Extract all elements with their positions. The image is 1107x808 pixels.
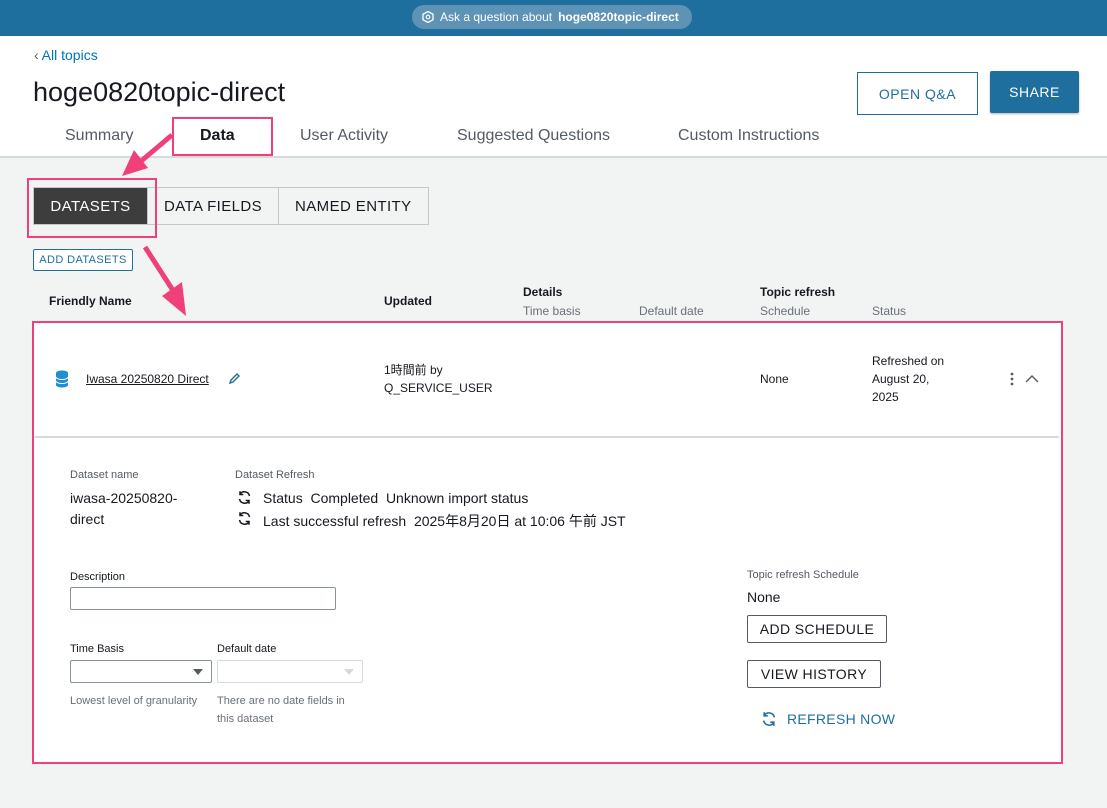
page-title: hoge0820topic-direct (33, 77, 286, 107)
add-datasets-button[interactable]: ADD DATASETS (33, 249, 133, 271)
arrow-head (162, 282, 186, 316)
default-date-hint-line2: this dataset (217, 713, 274, 725)
updated-line2: Q_SERVICE_USER (384, 381, 493, 395)
default-date-label: Default date (217, 643, 277, 655)
share-button[interactable]: SHARE (990, 71, 1079, 113)
refresh-status-line: Status Completed Unknown import status (263, 490, 529, 506)
col-schedule: Schedule (760, 304, 811, 318)
col-time-basis: Time basis (523, 304, 581, 318)
refresh-now-button[interactable]: REFRESH NOW (761, 711, 895, 727)
refresh-now-label: REFRESH NOW (787, 711, 896, 727)
col-status: Status (872, 304, 907, 318)
col-default-date: Default date (639, 304, 704, 318)
tab-custom-instructions[interactable]: Custom Instructions (678, 127, 819, 145)
time-basis-select[interactable] (70, 660, 212, 683)
view-history-button[interactable]: VIEW HISTORY (747, 660, 881, 688)
default-date-hint-line1: There are no date fields in (217, 695, 345, 707)
row-divider (35, 436, 1059, 438)
all-topics-link[interactable]: ‹ All topics (34, 47, 98, 63)
time-basis-hint: Lowest level of granularity (70, 695, 198, 707)
tab-user-activity[interactable]: User Activity (300, 127, 388, 145)
q-icon (422, 11, 434, 23)
more-options-icon[interactable] (1006, 371, 1018, 387)
dataset-refresh-label: Dataset Refresh (235, 469, 315, 481)
open-qa-button[interactable]: OPEN Q&A (857, 72, 978, 115)
refresh-icon (237, 511, 252, 526)
time-basis-label: Time Basis (70, 643, 124, 655)
refresh-icon (761, 711, 777, 727)
updated-line1: 1時間前 by (384, 363, 443, 377)
col-friendly-name: Friendly Name (49, 294, 132, 308)
refresh-icon (237, 490, 252, 505)
pencil-icon[interactable] (228, 372, 241, 385)
top-bar: Ask a question about hoge0820topic-direc… (0, 0, 1107, 36)
topic-refresh-schedule-label: Topic refresh Schedule (747, 569, 859, 581)
status-line3: 2025 (872, 390, 899, 404)
topic-refresh-schedule-value: None (747, 589, 781, 605)
description-label: Description (70, 571, 126, 583)
tab-suggested-questions[interactable]: Suggested Questions (457, 127, 610, 145)
all-topics-label: All topics (41, 47, 98, 63)
ask-question-pill[interactable]: Ask a question about hoge0820topic-direc… (412, 5, 692, 29)
schedule-value: None (760, 372, 789, 386)
dataset-name-label: Dataset name (70, 469, 139, 481)
tab-summary[interactable]: Summary (65, 127, 133, 145)
dropdown-caret-icon (344, 669, 354, 675)
topic-header: ‹ All topics hoge0820topic-direct OPEN Q… (0, 36, 1107, 158)
highlight-box-datasets (27, 178, 157, 238)
col-topic-refresh: Topic refresh (760, 285, 836, 299)
database-icon (55, 370, 69, 388)
ask-topic: hoge0820topic-direct (558, 10, 679, 24)
segment-named-entity[interactable]: NAMED ENTITY (278, 188, 427, 224)
col-details: Details (523, 285, 563, 299)
highlight-box-data-tab (172, 117, 273, 156)
default-date-select[interactable] (217, 660, 363, 683)
status-line1: Refreshed on (872, 354, 945, 368)
description-input[interactable] (70, 587, 336, 610)
dataset-name-line1: iwasa-20250820- (70, 490, 178, 506)
col-updated: Updated (384, 294, 432, 308)
ask-prefix: Ask a question about (440, 10, 553, 24)
arrow-to-card (142, 245, 177, 294)
dataset-name-link[interactable]: Iwasa 20250820 Direct (86, 370, 209, 388)
status-line2: August 20, (872, 372, 930, 386)
dataset-name-line2: direct (70, 511, 105, 527)
last-refresh-line: Last successful refresh 2025年8月20日 at 10… (263, 513, 626, 529)
chevron-left-icon: ‹ (34, 47, 39, 63)
segment-data-fields[interactable]: DATA FIELDS (147, 188, 278, 224)
add-schedule-button[interactable]: ADD SCHEDULE (747, 615, 887, 643)
chevron-up-icon[interactable] (1024, 373, 1040, 385)
dropdown-caret-icon (193, 669, 203, 675)
